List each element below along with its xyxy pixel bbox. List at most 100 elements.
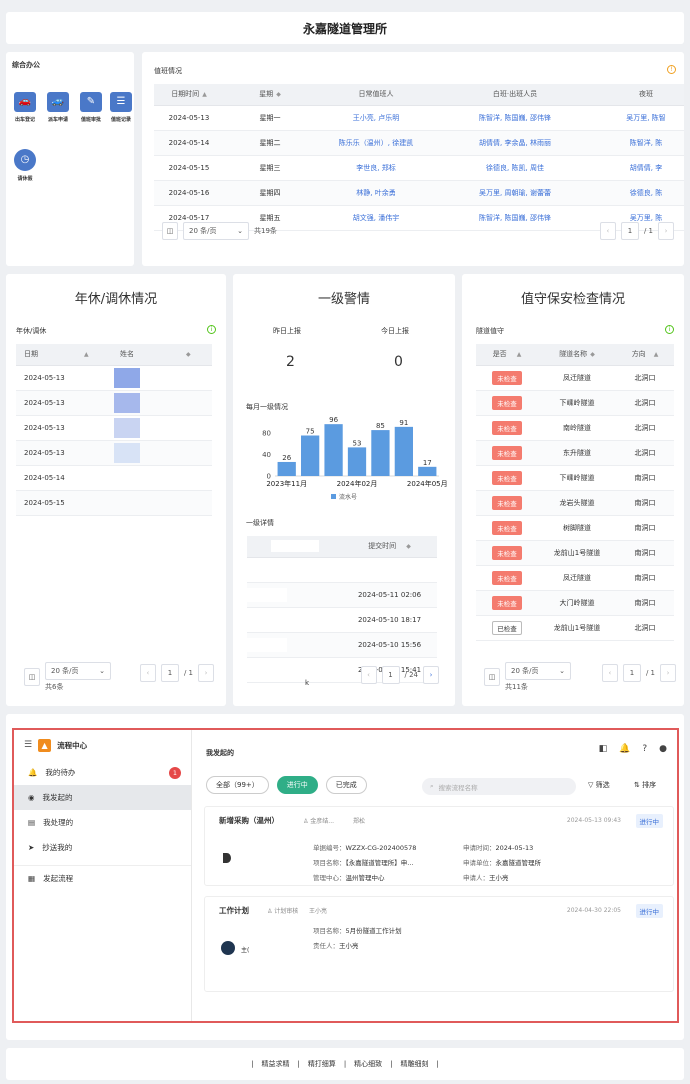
search-box[interactable]: ⌕ 搜索流程名称 (422, 778, 576, 795)
page-input[interactable]: 1 (381, 666, 400, 684)
flow-card-avatar-text: 主( (241, 947, 250, 954)
page-input[interactable]: 1 (160, 664, 179, 682)
sort-button[interactable]: ⇅ 排序 (634, 780, 656, 790)
search-input[interactable]: 搜索流程名称 (439, 782, 478, 792)
field-project: 项目名称：5月份隧道工作计划 (313, 927, 402, 935)
document-icon: ▤ (28, 818, 36, 827)
today-value: 0 (394, 354, 403, 370)
filter-button[interactable]: ▽ 筛选 (588, 780, 610, 790)
chart-legend-label: 流水号 (339, 493, 357, 501)
menu-my-initiated[interactable]: ◉ 我发起的 (14, 785, 191, 810)
help-icon[interactable]: ? (642, 744, 647, 754)
column-toggle-icon[interactable]: ◫ (162, 222, 178, 240)
column-toggle-icon[interactable]: ◫ (484, 668, 500, 686)
flow-card-time: 2024-04-30 22:05 (566, 907, 621, 914)
next-page-button[interactable]: › (660, 664, 676, 682)
column-toggle-icon[interactable]: ◫ (24, 668, 40, 686)
col-header[interactable]: 星期 ◆ (224, 84, 316, 106)
prev-page-button[interactable]: ‹ (360, 666, 377, 684)
next-page-button[interactable]: › (658, 222, 674, 240)
menu-cc-me[interactable]: ➤ 抄送我的 (14, 835, 191, 860)
info-icon[interactable]: ! (667, 65, 676, 74)
flow-highlight-frame: ☰ ▲ 流程中心 🔔 我的待办 1 ◉ 我发起的 ▤ 我处理的 ➤ 抄送我的 ▦… (12, 728, 679, 1023)
col-header[interactable]: 姓名 ◆ (114, 344, 212, 366)
col-header[interactable]: 方向 ▲ (616, 344, 674, 366)
notification-icon[interactable]: 🔔 (619, 744, 630, 754)
chart-data-label: 26 (282, 454, 291, 462)
tab-all[interactable]: 全部（99+） (206, 776, 269, 794)
flow-center-panel: ☰ ▲ 流程中心 🔔 我的待办 1 ◉ 我发起的 ▤ 我处理的 ➤ 抄送我的 ▦… (6, 714, 684, 1040)
table-row: 未检查 凤迁隧道 南洞口 (476, 565, 674, 591)
col-header: 夜班 (594, 84, 684, 106)
app-leave[interactable]: ◷ 请休假 (11, 149, 39, 182)
menu-my-todo[interactable]: 🔔 我的待办 1 (14, 760, 191, 785)
info-icon[interactable]: i (665, 325, 674, 334)
footer-motto: 精雕细刻 (400, 1060, 429, 1068)
office-heading: 综合办公 (12, 61, 40, 69)
page-size-select[interactable]: 20 条/页 ⌄ (45, 662, 111, 680)
col-header[interactable]: 提交时间 ◆ (342, 536, 437, 558)
col-header[interactable]: 日期时间 ▲ (154, 84, 224, 106)
avatar[interactable]: ● (659, 744, 667, 754)
app-label: 出车登记 (14, 117, 35, 123)
inspect-panel: 值守保安检查情况 隧道值守 i 是否 ▲ 隧道名称 ◆ 方向 ▲ 未检查 凤迁隧道 北洞口… (462, 274, 684, 706)
table-row: 2024-05-10 15:56 (247, 632, 437, 658)
prev-page-button[interactable]: ‹ (599, 222, 616, 240)
next-page-button[interactable]: › (423, 666, 439, 684)
menu-my-handled[interactable]: ▤ 我处理的 (14, 810, 191, 835)
footer-motto: 精心细致 (354, 1060, 383, 1068)
chart-data-label: 75 (306, 428, 315, 436)
page-input[interactable]: 1 (620, 222, 639, 240)
app-car-dispatch[interactable]: 🚙 派车申请 (44, 92, 72, 123)
page-input[interactable]: 1 (622, 664, 641, 682)
field-project: 项目名称：【永嘉隧道管理所】申... (313, 859, 414, 867)
layout-icon[interactable]: ◧ (599, 744, 608, 754)
table-row: 2024-05-15 (16, 490, 212, 516)
filter-icon: ▽ (588, 781, 596, 789)
menu-start-flow[interactable]: ▦ 发起流程 (14, 866, 191, 891)
duty-table: 日期时间 ▲ 星期 ◆ 日常值班人 白班·出班人员 夜班 2024-05-13 星期一… (154, 84, 684, 231)
page-size-select[interactable]: 20 条/页 ⌄ (505, 662, 571, 680)
flow-card[interactable]: 新增采购（温州） ♙ 金彦结... 郑松 2024-05-13 09:43 进行… (204, 806, 674, 886)
next-page-button[interactable]: › (198, 664, 214, 682)
table-row: 2024-05-14 星期二 陈乐乐（温州）, 徐建凯 胡倩倩, 李余晶, 林雨丽 陈智… (154, 130, 684, 156)
prev-page-button[interactable]: ‹ (139, 664, 156, 682)
car-dispatch-icon: 🚙 (47, 92, 69, 112)
info-icon[interactable]: i (207, 325, 216, 334)
tab-completed[interactable]: 已完成 (325, 776, 367, 794)
table-row: 2024-05-13 (16, 365, 212, 391)
status-badge: 未检查 (492, 495, 522, 510)
col-header[interactable]: 隧道名称 ◆ (538, 344, 616, 366)
flow-card-person: 郑松 (353, 818, 366, 825)
field-apply-unit: 申请单位：永嘉隧道管理所 (463, 859, 541, 867)
chart-bar (301, 435, 320, 476)
page-size-select[interactable]: 20 条/页 ⌄ (183, 222, 249, 240)
footer-motto: 精打细算 (307, 1060, 336, 1068)
total-count: 共19条 (254, 227, 277, 235)
chart-bar (394, 426, 413, 476)
status-badge: 未检查 (492, 470, 522, 485)
flow-sidebar: ☰ ▲ 流程中心 🔔 我的待办 1 ◉ 我发起的 ▤ 我处理的 ➤ 抄送我的 ▦… (14, 730, 192, 1021)
table-row: 未检查 大门岭隧道 南洞口 (476, 590, 674, 616)
prev-page-button[interactable]: ‹ (601, 664, 618, 682)
menu-collapse-icon[interactable]: ☰ (24, 740, 32, 750)
chart-data-label: 96 (329, 416, 338, 424)
total-count: 共11条 (505, 683, 528, 691)
app-duty-record[interactable]: ☰ 值班记录 (107, 92, 135, 123)
status-badge: 进行中 (635, 814, 663, 828)
flow-card[interactable]: 工作计划 ♙ 计划审核 王小亮 2024-04-30 22:05 进行中 主( … (204, 896, 674, 992)
name-cell (114, 442, 140, 463)
app-car-register[interactable]: 🚗 出车登记 (11, 92, 39, 123)
app-duty-approval[interactable]: ✎ 值班审批 (77, 92, 105, 123)
table-row: 2024-05-15 星期三 李世良, 郑标 徐德良, 陈凯, 周佳 胡倩倩, 李 (154, 155, 684, 181)
col-header[interactable]: 日期 ▲ (16, 344, 114, 366)
header-bar: 永嘉隧道管理所 (6, 12, 684, 44)
chart-data-label: 91 (399, 419, 408, 427)
flow-card-avatar (221, 941, 235, 955)
app-label: 请休假 (17, 176, 33, 182)
page-count: / 1 (645, 669, 655, 677)
col-header[interactable]: 是否 ▲ (476, 344, 538, 366)
tab-in-progress[interactable]: 进行中 (276, 776, 318, 794)
flow-card-avatar (223, 853, 231, 863)
status-badge: 未检查 (492, 520, 522, 535)
